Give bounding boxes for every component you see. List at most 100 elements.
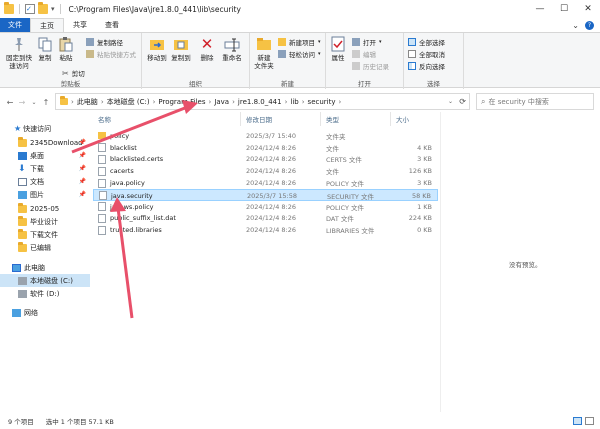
dropdown-icon: ▾ [379,39,382,45]
select-none-icon [408,50,416,58]
select-group-label: 选择 [427,80,440,88]
up-arrow-icon[interactable]: ↑ [40,98,52,107]
minimize-button[interactable]: — [528,0,552,18]
nav-drive-d[interactable]: 软件 (D:) [0,287,90,300]
breadcrumb-jre[interactable]: jre1.8.0_441 [238,98,282,106]
select-none-button[interactable]: 全部取消 [408,49,445,59]
nav-item-label: 已编辑 [30,243,51,252]
new-item-button[interactable]: 新建项目 ▾ [278,37,321,47]
recent-dropdown-icon[interactable]: ⌄ [28,99,40,106]
search-box[interactable]: ⌕ 在 security 中搜索 [476,93,594,110]
properties-check-icon[interactable] [25,4,35,14]
close-button[interactable]: ✕ [576,0,600,18]
file-row[interactable]: javaws.policy 2024/12/4 8:26 POLICY 文件 1 KB [93,201,438,213]
file-name: trusted.libraries [110,226,162,235]
address-bar[interactable]: › 此电脑 › 本地磁盘 (C:) › Program Files › Java… [55,93,470,110]
cut-button[interactable]: ✂ 剪切 [62,68,85,79]
nav-item-documents[interactable]: 文档 📌 [0,175,90,188]
breadcrumb-lib[interactable]: lib [290,98,298,106]
new-folder-quick-icon[interactable] [38,2,48,14]
file-row[interactable]: blacklisted.certs 2024/12/4 8:26 CERTS 文件 3… [93,154,438,166]
delete-label: 删除 [200,54,214,62]
pin-icon: 📌 [78,191,86,198]
crumb-separator: › [71,97,74,106]
nav-item-download-files[interactable]: 下载文件 [0,228,90,241]
edit-button[interactable]: 编辑 [352,49,376,59]
paste-shortcut-button[interactable]: 粘贴快捷方式 [86,49,136,59]
copy-button[interactable]: 复制 [36,36,54,62]
breadcrumb-this-pc[interactable]: 此电脑 [77,97,98,107]
pin-icon: 📌 [78,165,86,172]
pin-quick-access-button[interactable]: 固定到快 速访问 [4,36,34,70]
copy-path-icon [86,38,94,46]
breadcrumb-security[interactable]: security [308,98,336,106]
file-row[interactable]: trusted.libraries 2024/12/4 8:26 LIBRARIES… [93,224,438,236]
column-header-date[interactable]: 修改日期 [241,112,321,126]
maximize-button[interactable]: ☐ [552,0,576,18]
nav-quick-access[interactable]: ★ 快速访问 [0,122,90,135]
easy-access-button[interactable]: 轻松访问 ▾ [278,49,321,59]
open-button[interactable]: 打开 ▾ [352,37,382,47]
select-all-button[interactable]: 全部选择 [408,37,445,47]
nav-item-graduation[interactable]: 毕业设计 [0,215,90,228]
nav-item-2345download[interactable]: 2345Download 📌 [0,136,90,149]
crumb-separator: › [284,97,288,106]
column-header-size[interactable]: 大小 [391,112,438,126]
back-arrow-icon[interactable]: ← [4,98,16,107]
nav-item-pictures[interactable]: 图片 📌 [0,188,90,201]
nav-item-label: 桌面 [30,151,44,160]
nav-this-pc[interactable]: 此电脑 [0,261,90,274]
history-button[interactable]: 历史记录 [352,61,389,71]
file-row[interactable]: java.security 2025/3/7 15:58 SECURITY 文件 58… [93,189,438,201]
file-icon [98,202,106,212]
copy-to-button[interactable]: 复制到 [170,36,192,62]
ribbon-collapse-icon[interactable]: ⌄ [572,21,579,30]
tab-share[interactable]: 共享 [64,18,96,32]
address-dropdown-icon[interactable]: ⌄ [448,98,453,105]
tab-file[interactable]: 文件 [0,18,30,32]
file-row[interactable]: public_suffix_list.dat 2024/12/4 8:26 DAT … [93,213,438,225]
nav-item-downloads[interactable]: ⬇ 下载 📌 [0,162,90,175]
help-icon[interactable]: ? [585,20,594,30]
move-to-button[interactable]: 移动到 [146,36,168,62]
rename-button[interactable]: 重命名 [220,36,244,62]
file-row[interactable]: java.policy 2024/12/4 8:26 POLICY 文件 3 KB [93,177,438,189]
delete-button[interactable]: ✕ 删除 [198,36,216,62]
large-icons-view-icon[interactable] [585,416,594,425]
column-header-name[interactable]: 名称 [93,112,241,126]
file-icon [98,143,106,153]
file-type: LIBRARIES 文件 [326,227,375,236]
column-header-type[interactable]: 类型 [321,112,391,126]
properties-button[interactable]: 属性 [328,36,348,62]
invert-selection-button[interactable]: 反向选择 [408,61,445,71]
paste-button[interactable]: 粘贴 [57,36,75,62]
easy-access-icon [278,50,286,58]
breadcrumb-java[interactable]: Java [214,98,229,106]
copy-path-button[interactable]: 复制路径 [86,37,123,47]
forward-arrow-icon[interactable]: → [16,98,28,107]
nav-item-edited[interactable]: 已编辑 [0,241,90,254]
details-view-icon[interactable] [573,416,582,425]
nav-item-desktop[interactable]: 桌面 📌 [0,149,90,162]
refresh-icon[interactable]: ⟳ [459,97,466,106]
copy-label: 复制 [38,54,52,62]
nav-network[interactable]: 网络 [0,306,90,319]
star-icon: ★ [14,124,22,133]
file-type: 文件 [326,168,339,177]
crumb-separator: › [208,97,212,106]
file-type: 文件 [326,144,339,153]
file-date: 2025/3/7 15:40 [246,131,296,140]
nav-drive-c[interactable]: 本地磁盘 (C:) [0,274,90,287]
breadcrumb-drive-c[interactable]: 本地磁盘 (C:) [107,97,150,107]
breadcrumb-program-files[interactable]: Program Files [158,98,205,106]
file-row[interactable]: blacklist 2024/12/4 8:26 文件 4 KB [93,142,438,154]
nav-item-2025-05[interactable]: 2025-05 [0,202,90,215]
file-row[interactable]: cacerts 2024/12/4 8:26 文件 126 KB [93,165,438,177]
file-row[interactable]: policy 2025/3/7 15:40 文件夹 [93,130,438,142]
new-folder-button[interactable]: 新建 文件夹 [252,36,276,70]
status-bar: 9 个项目 选中 1 个项目 57.1 KB [0,412,600,429]
tab-view[interactable]: 查看 [96,18,128,32]
file-date: 2024/12/4 8:26 [246,179,296,188]
tab-home[interactable]: 主页 [30,18,64,32]
customize-dropdown-icon[interactable]: ▾ [51,5,55,13]
